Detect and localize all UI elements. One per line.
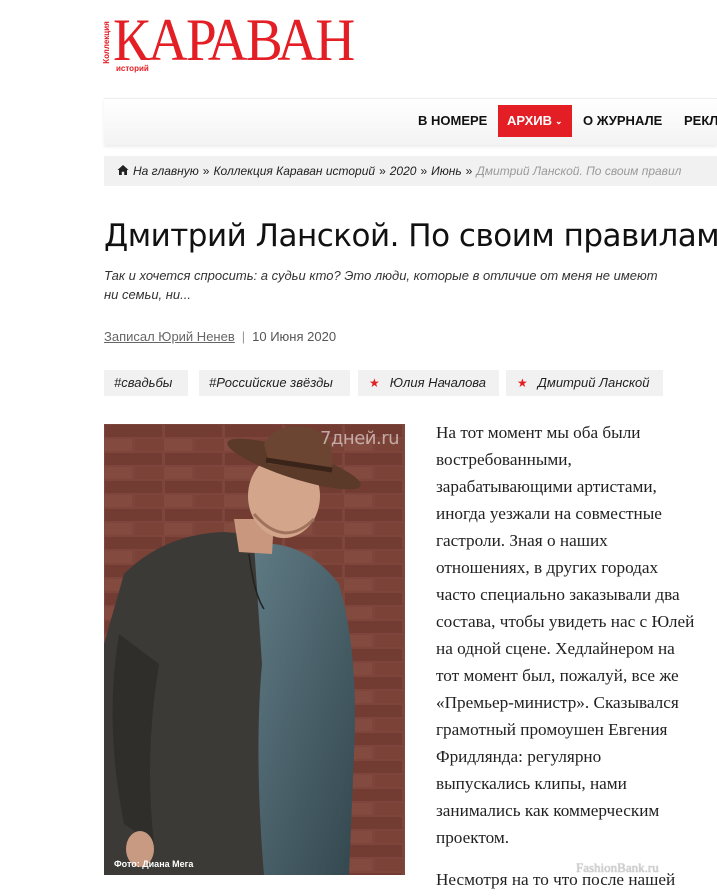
- author-link[interactable]: Записал Юрий Ненев: [104, 329, 235, 344]
- article-lead: Так и хочется спросить: а судьи кто? Это…: [104, 266, 717, 304]
- body-line: востребованными,: [436, 450, 572, 469]
- article-photo: 7дней.ru Фото: Диана Мега: [104, 424, 405, 875]
- body-line: иногда уезжали на совместные: [436, 504, 662, 523]
- breadcrumb-item-year[interactable]: 2020: [390, 164, 417, 178]
- breadcrumb: На главную» Коллекция Караван историй» 202…: [104, 156, 717, 186]
- body-line: тот момент был, пожалуй, все же: [436, 666, 679, 685]
- tag-dmitry-lanskoy[interactable]: ★ Дмитрий Ланской: [506, 370, 663, 396]
- photo-credit: Фото: Диана Мега: [114, 859, 194, 869]
- body-line: часто специально заказывали два: [436, 585, 680, 604]
- body-line: отношениях, в других городах: [436, 558, 659, 577]
- star-icon: ★: [517, 376, 528, 390]
- chevron-down-icon: ⌄: [554, 116, 563, 126]
- nav-item-about[interactable]: О ЖУРНАЛЕ: [583, 105, 662, 137]
- lead-line: Так и хочется спросить: а судьи кто? Это…: [104, 268, 658, 283]
- body-line: Фридлянда: регулярно: [436, 747, 602, 766]
- logo-side-text: Коллекция: [101, 21, 111, 64]
- article-body: На тот момент мы оба были востребованным…: [436, 419, 717, 893]
- lead-line: ни семьи, ни...: [104, 287, 192, 302]
- site-logo[interactable]: Коллекция КАРАВАН историй: [101, 8, 355, 74]
- paragraph-1: На тот момент мы оба были востребованным…: [436, 419, 717, 851]
- body-line: проектом.: [436, 828, 510, 847]
- breadcrumb-item-month[interactable]: Июнь: [431, 164, 462, 178]
- tag-yulia-nachalova[interactable]: ★ Юлия Началова: [358, 370, 499, 396]
- breadcrumb-item-collection[interactable]: Коллекция Караван историй: [213, 164, 375, 178]
- main-nav: В НОМЕРЕ АРХИВ ⌄ О ЖУРНАЛЕ РЕКЛ: [104, 98, 717, 145]
- site-watermark: FashionBank.ru: [576, 860, 659, 875]
- article-title: Дмитрий Ланской. По своим правилам: [104, 218, 717, 254]
- nav-item-in-issue[interactable]: В НОМЕРЕ: [418, 105, 487, 137]
- body-line: выпускались клипы, нами: [436, 774, 627, 793]
- breadcrumb-current: Дмитрий Ланской. По своим правил: [476, 164, 682, 178]
- body-line: состава, чтобы увидеть нас с Юлей: [436, 612, 695, 631]
- body-line: на одной сцене. Хедлайнером на: [436, 639, 675, 658]
- tag-russian-stars[interactable]: #Российские звёзды: [199, 370, 350, 396]
- photo-illustration: [104, 424, 405, 875]
- body-line: зарабатывающими артистами,: [436, 477, 657, 496]
- logo-main-text: КАРАВАН: [113, 7, 355, 73]
- home-icon[interactable]: [117, 164, 129, 176]
- body-line: грамотный промоушен Евгения: [436, 720, 668, 739]
- logo-sub-text: историй: [116, 64, 149, 73]
- tag-weddings[interactable]: #свадьбы: [104, 370, 188, 396]
- article-meta: Записал Юрий Ненев | 10 Июня 2020: [104, 329, 337, 344]
- photo-watermark: 7дней.ru: [320, 428, 399, 449]
- nav-item-ads[interactable]: РЕКЛ: [684, 105, 717, 137]
- breadcrumb-item-home[interactable]: На главную: [133, 164, 199, 178]
- star-icon: ★: [369, 376, 380, 390]
- body-line: «Премьер-министр». Сказывался: [436, 693, 679, 712]
- nav-item-archive[interactable]: АРХИВ ⌄: [498, 105, 572, 137]
- body-line: На тот момент мы оба были: [436, 423, 641, 442]
- publish-date: 10 Июня 2020: [252, 329, 337, 344]
- body-line: гастроли. Зная о наших: [436, 531, 608, 550]
- body-line: занимались как коммерческим: [436, 801, 660, 820]
